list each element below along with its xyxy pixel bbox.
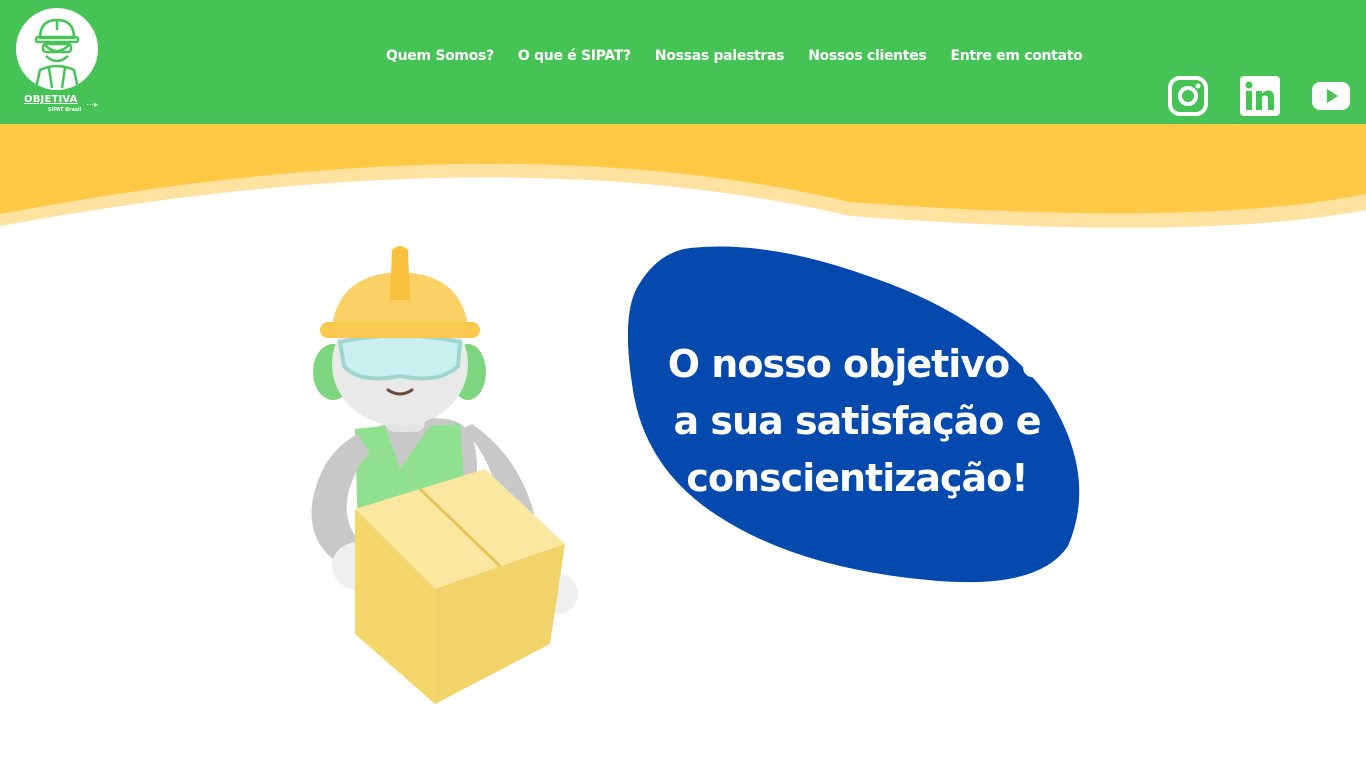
main-nav: Quem Somos? O que é SIPAT? Nossas palest… [386,48,1106,64]
logo-subtext: SIPAT Brasil [48,107,82,113]
headline-line-1: O nosso objetivo é [667,342,1047,386]
nav-o-que-e-sipat[interactable]: O que é SIPAT? [518,48,631,64]
youtube-icon[interactable] [1311,76,1351,116]
hero-headline: O nosso objetivo é a sua satisfação e co… [652,336,1062,507]
logo-badge [16,8,98,90]
nav-nossas-palestras[interactable]: Nossas palestras [655,48,785,64]
headline-line-3: conscientização! [686,456,1028,500]
header-wave [0,124,1366,228]
nav-entre-em-contato[interactable]: Entre em contato [950,48,1082,64]
linkedin-icon[interactable] [1240,76,1280,116]
worker-with-box-illustration [311,246,578,704]
nav-quem-somos[interactable]: Quem Somos? [386,48,494,64]
brand-logo[interactable]: OBJETIVA ⋯▸ SIPAT Brasil [14,8,100,114]
site-header: OBJETIVA ⋯▸ SIPAT Brasil Quem Somos? O q… [0,0,1366,124]
instagram-icon[interactable] [1168,76,1208,116]
worker-logo-icon [34,18,80,89]
logo-arrow-icon: ⋯▸ [86,100,99,109]
nav-nossos-clientes[interactable]: Nossos clientes [808,48,927,64]
logo-text: OBJETIVA [24,94,78,105]
headline-line-2: a sua satisfação e [673,399,1042,443]
